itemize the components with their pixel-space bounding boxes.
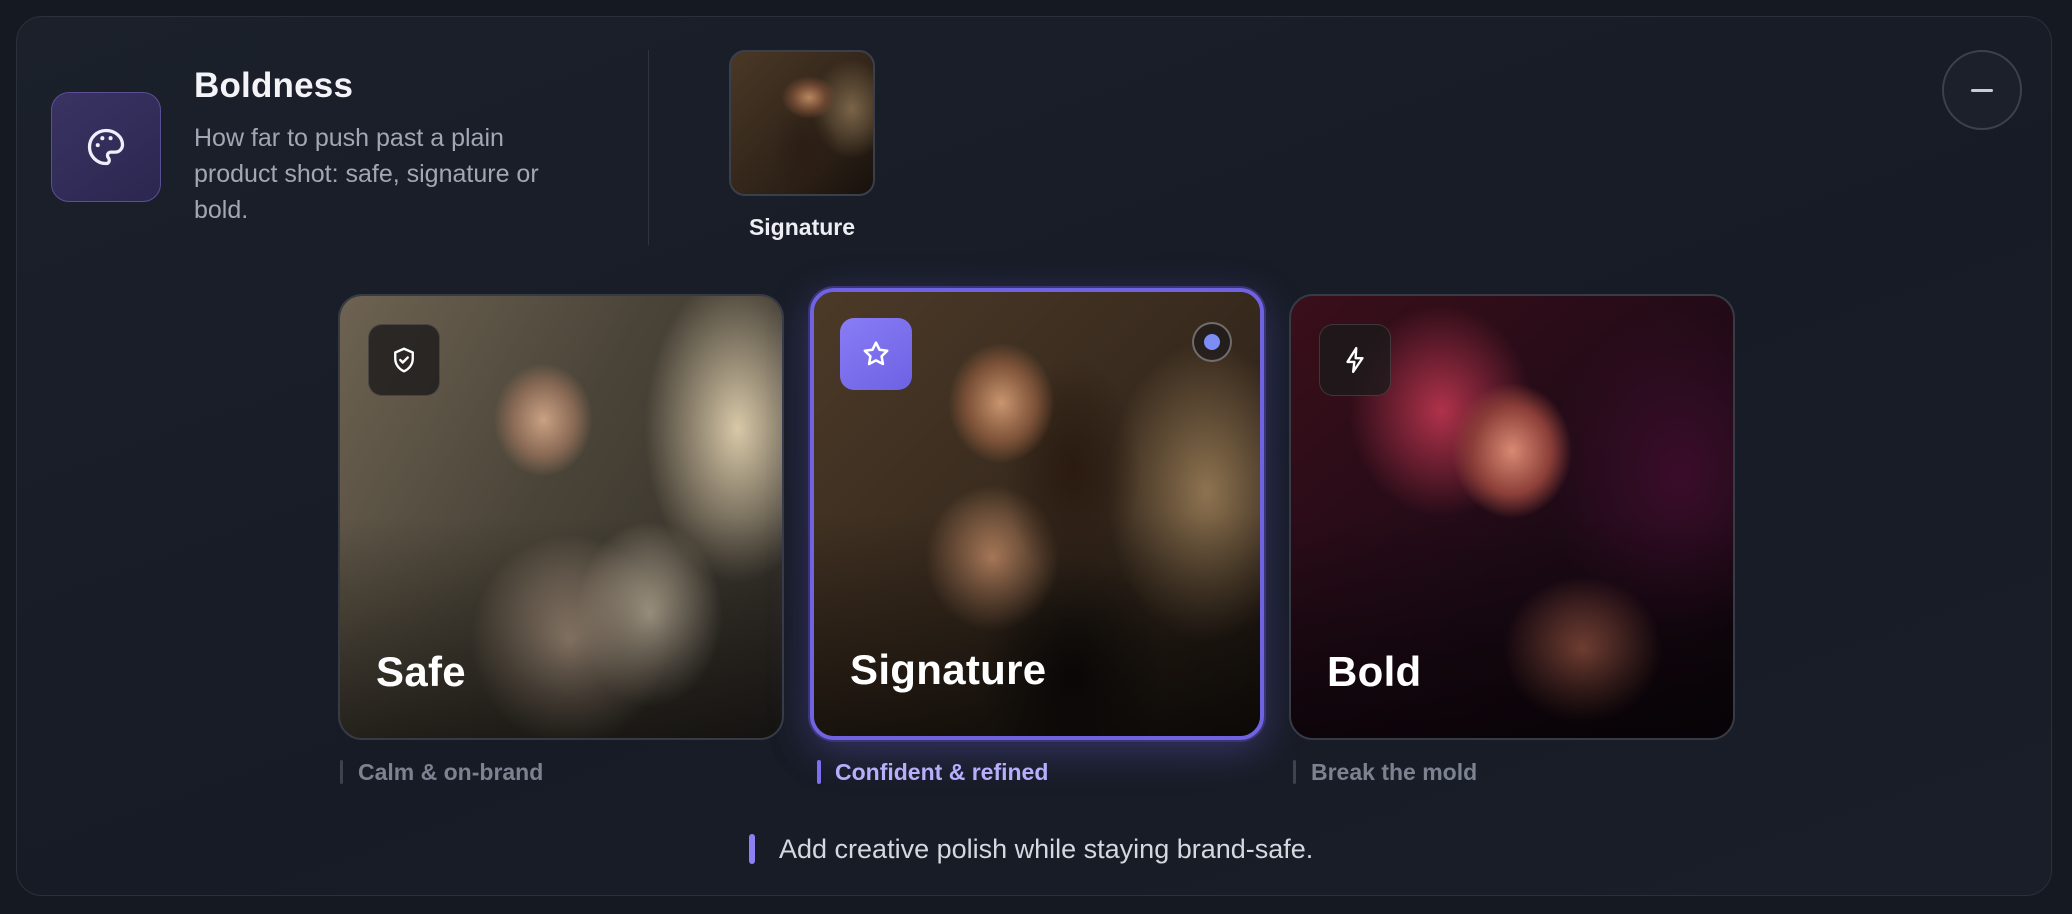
option-caption-safe: Calm & on-brand [340,757,543,787]
selection-hint: Add creative polish while staying brand-… [749,832,1313,866]
lightning-icon [1319,324,1391,396]
option-title-bold: Bold [1327,648,1422,695]
section-title: Boldness [194,66,354,105]
option-card-bold[interactable]: Bold [1289,294,1735,740]
selected-preview-thumbnail [729,50,875,196]
shield-check-icon [368,324,440,396]
option-caption-signature: Confident & refined [817,757,1048,787]
option-card-signature[interactable]: Signature [810,288,1264,740]
option-title-signature: Signature [850,646,1047,693]
section-description: How far to push past a plain product sho… [194,124,539,224]
star-icon [840,318,912,390]
collapse-button[interactable] [1942,50,2022,130]
selected-preview-label: Signature [748,214,856,240]
selected-radio-indicator[interactable] [1192,322,1232,362]
option-title-safe: Safe [376,648,466,695]
option-caption-bold: Break the mold [1293,757,1477,787]
palette-icon [51,92,161,202]
option-card-safe[interactable]: Safe [338,294,784,740]
header-divider [648,50,649,245]
minus-icon [1971,88,1993,92]
